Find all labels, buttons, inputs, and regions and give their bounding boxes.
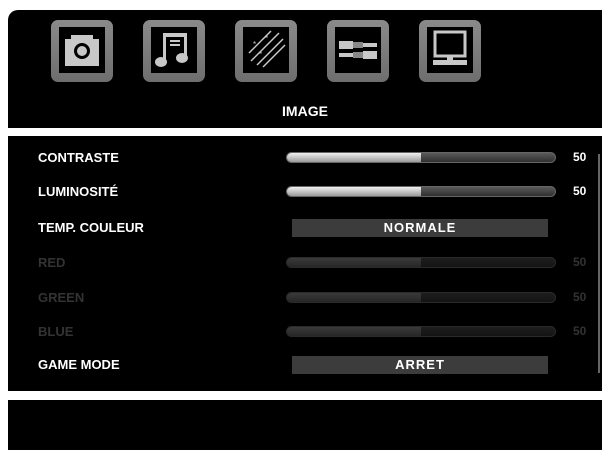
tab-setup[interactable] [419, 20, 481, 82]
setting-row-red: RED 50 [8, 251, 602, 275]
info-panel [8, 400, 602, 450]
setting-label: GAME MODE [38, 357, 120, 372]
setting-row-green: GREEN 50 [8, 286, 602, 310]
setting-row-contraste[interactable]: CONTRASTE 50 [8, 146, 602, 170]
setting-value: 50 [573, 150, 587, 164]
setting-label: RED [38, 255, 66, 270]
svg-text:*: * [265, 34, 268, 43]
music-note-icon [151, 27, 197, 73]
green-slider [286, 292, 556, 303]
setting-row-blue: BLUE 50 [8, 320, 602, 344]
tab-features[interactable]: * * * [235, 20, 297, 82]
setting-row-game-mode[interactable]: GAME MODE ARRET [8, 353, 602, 377]
setting-label: CONTRASTE [38, 150, 119, 165]
tab-connections[interactable] [327, 20, 389, 82]
tab-bar-panel: * * * IMAGE [8, 10, 602, 128]
setting-row-luminosite[interactable]: LUMINOSITÉ 50 [8, 180, 602, 204]
camera-icon [59, 27, 105, 73]
luminosite-slider[interactable] [286, 186, 556, 197]
scrollbar[interactable] [598, 154, 600, 373]
setting-value: 50 [573, 255, 587, 269]
svg-text:*: * [253, 40, 256, 49]
tab-picture[interactable] [51, 20, 113, 82]
setting-label: LUMINOSITÉ [38, 184, 119, 199]
game-mode-select[interactable]: ARRET [292, 356, 548, 374]
settings-panel: CONTRASTE 50 LUMINOSITÉ 50 TEMP. COULEUR… [8, 136, 602, 391]
contraste-slider[interactable] [286, 152, 556, 163]
temp-couleur-select[interactable]: NORMALE [292, 219, 548, 237]
sparkle-icon: * * * [243, 27, 289, 73]
cable-connectors-icon [335, 27, 381, 73]
setting-label: BLUE [38, 324, 74, 339]
setting-value: 50 [573, 290, 587, 304]
menu-title: IMAGE [282, 103, 328, 119]
tab-sound[interactable] [143, 20, 205, 82]
setting-value: 50 [573, 324, 587, 338]
svg-text:*: * [259, 50, 262, 59]
setting-label: GREEN [38, 290, 85, 305]
monitor-icon [427, 27, 473, 73]
setting-row-temp-couleur[interactable]: TEMP. COULEUR NORMALE [8, 216, 602, 240]
red-slider [286, 257, 556, 268]
setting-label: TEMP. COULEUR [38, 220, 144, 235]
blue-slider [286, 326, 556, 337]
setting-value: 50 [573, 184, 587, 198]
